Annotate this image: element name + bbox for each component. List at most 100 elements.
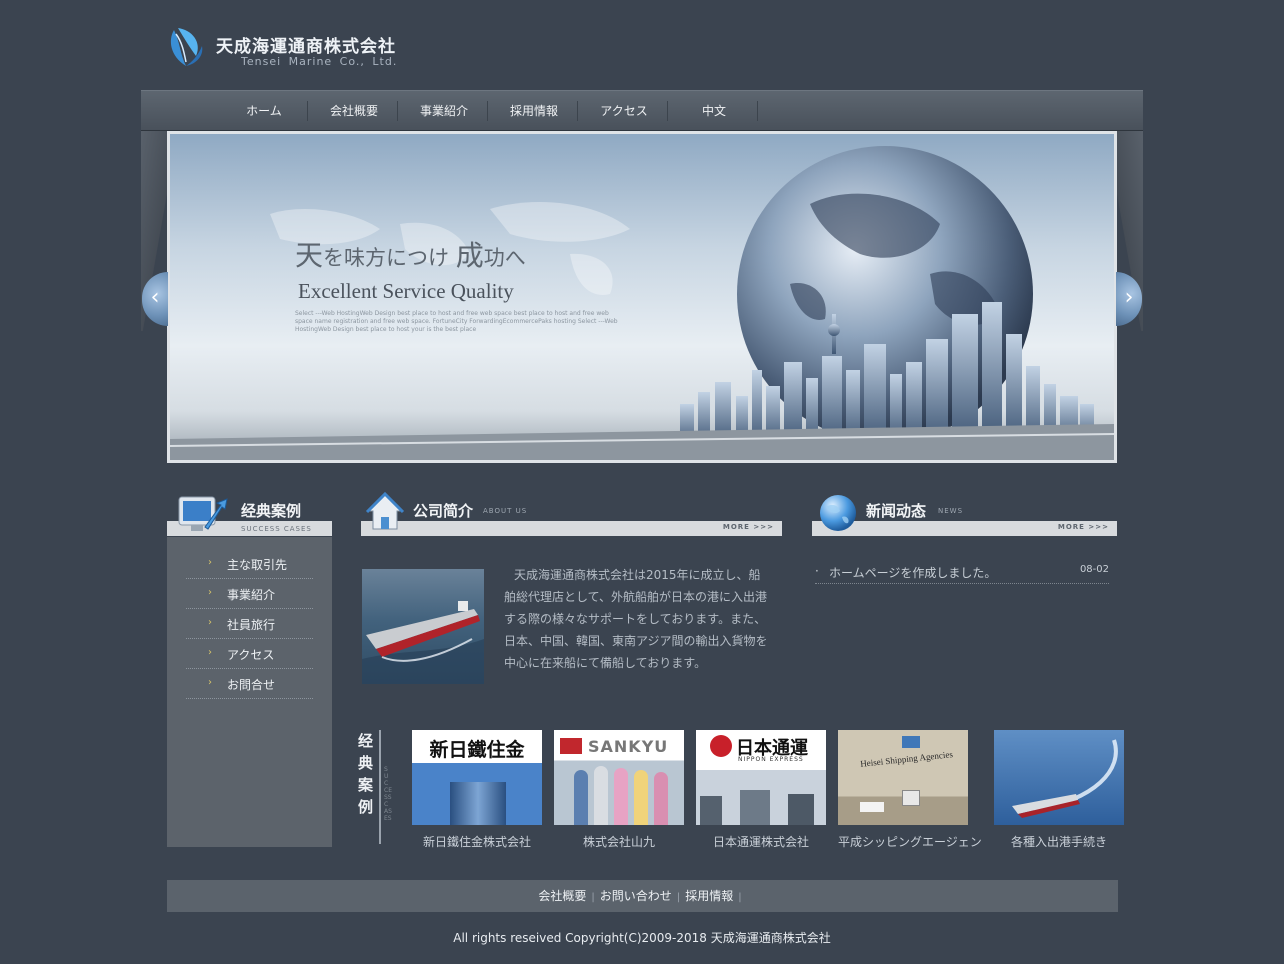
nav-business[interactable]: 事業紹介: [399, 91, 489, 131]
banner-headline-part: 天: [295, 239, 324, 272]
about-subtitle: ABOUT US: [483, 507, 528, 515]
about-ship-image: [362, 569, 484, 684]
footer-separator: |: [738, 892, 742, 903]
banner-subtitle: Excellent Service Quality: [298, 279, 514, 303]
news-item[interactable]: · ホームページを作成しました。 08-02: [815, 562, 1109, 584]
news-header: 新闻动态 NEWS MORE >>>: [812, 491, 1117, 537]
cases-strip-subtitle: SUCCESS CASES: [384, 766, 392, 822]
nav-recruit[interactable]: 採用情報: [489, 91, 579, 131]
case-image: 新日鐵住金: [412, 730, 542, 825]
banner-headline-part: 功へ: [483, 246, 526, 270]
divider: [379, 730, 381, 844]
case-card[interactable]: Heisei Shipping Agencies 平成シッピングエージェン: [838, 730, 982, 850]
nav-chinese[interactable]: 中文: [669, 91, 759, 131]
chevron-right-icon: ›: [1124, 285, 1134, 310]
case-logo-subtext: NIPPON EXPRESS: [738, 756, 804, 763]
nav-company[interactable]: 会社概要: [309, 91, 399, 131]
menu-item-access[interactable]: › アクセス: [186, 639, 313, 669]
footer-nav: 会社概要 | お問い合わせ | 採用情報 |: [167, 880, 1118, 912]
case-logo-text: SANKYU: [588, 737, 669, 756]
news-item-text: ホームページを作成しました。: [829, 566, 997, 580]
banner-headline-part: を味方につけ: [323, 246, 456, 270]
menu-item-clients[interactable]: › 主な取引先: [186, 549, 313, 579]
case-image: 日本通運 NIPPON EXPRESS: [696, 730, 826, 825]
case-caption: 日本通運株式会社: [712, 835, 809, 849]
cases-strip-title: 经典案例: [358, 732, 374, 816]
cases-panel-header: 经典案例 SUCCESS CASES: [167, 491, 332, 537]
company-name-jp: 天成海運通商株式会社: [216, 37, 396, 57]
cases-panel-title: 经典案例: [241, 502, 302, 520]
cases-panel-subtitle: SUCCESS CASES: [241, 525, 312, 533]
building-graphic: [450, 782, 506, 825]
banner-small-text: Select ---Web HostingWeb Design best pla…: [295, 310, 618, 333]
about-text: 天成海運通商株式会社は2015年に成立し、船舶総代理店として、外航船舶が日本の港…: [504, 568, 768, 670]
case-card[interactable]: 各種入出港手続き: [994, 730, 1124, 850]
nav-separator: [757, 101, 758, 121]
heisei-logo-icon: [902, 736, 920, 748]
globe-icon: [820, 495, 856, 531]
menu-item-label: 主な取引先: [227, 558, 288, 572]
case-caption: 新日鐵住金株式会社: [422, 835, 531, 849]
news-title: 新闻动态: [866, 502, 927, 520]
case-card[interactable]: SANKYU 株式会社山九: [554, 730, 684, 850]
bullet-icon: ·: [815, 564, 819, 578]
footer-separator: |: [591, 892, 595, 903]
section-bar: [361, 521, 782, 536]
chevron-right-icon: ›: [208, 677, 212, 688]
about-header: 公司简介 ABOUT US MORE >>>: [361, 491, 782, 537]
hero-banner: 天を味方につけ 成功へ Excellent Service Quality Se…: [167, 131, 1117, 463]
chevron-right-icon: ›: [208, 617, 212, 628]
footer-link-contact[interactable]: お問い合わせ: [600, 889, 672, 903]
banner-headline: 天を味方につけ 成功へ: [295, 234, 526, 274]
case-card[interactable]: 新日鐵住金 新日鐵住金株式会社: [412, 730, 542, 850]
nav-separator: [397, 101, 398, 121]
menu-item-label: アクセス: [227, 648, 275, 662]
chevron-right-icon: ›: [208, 647, 212, 658]
chevron-right-icon: ›: [208, 557, 212, 568]
case-caption: 各種入出港手続き: [1010, 835, 1107, 849]
case-image: SANKYU: [554, 730, 684, 825]
main-nav: ホーム 会社概要 事業紹介 採用情報 アクセス 中文: [141, 90, 1143, 131]
about-title: 公司简介: [413, 502, 474, 520]
butterfly-logo-icon: [170, 28, 203, 66]
company-name-en: Tensei Marine Co., Ltd.: [241, 55, 398, 68]
nittsu-logo-icon: [710, 735, 732, 757]
case-image: [994, 730, 1124, 825]
cargo-ship-graphic: [362, 601, 484, 684]
footer-link-company[interactable]: 会社概要: [538, 889, 586, 903]
case-logo-text: Heisei Shipping Agencies: [859, 749, 954, 769]
about-more-link[interactable]: MORE >>>: [723, 523, 774, 531]
case-caption: 株式会社山九: [582, 835, 655, 849]
chevron-right-icon: ›: [208, 587, 212, 598]
nav-separator: [577, 101, 578, 121]
nav-access[interactable]: アクセス: [579, 91, 669, 131]
nav-separator: [667, 101, 668, 121]
banner-headline-part: 成: [455, 239, 484, 272]
monitor-arrow-icon: [178, 496, 228, 531]
nav-separator: [307, 101, 308, 121]
case-logo-text: 新日鐵住金: [429, 739, 525, 761]
cases-panel-menu: › 主な取引先 › 事業紹介 › 社員旅行 › アクセス › お問合せ: [167, 537, 332, 847]
menu-item-label: お問合せ: [227, 678, 276, 692]
ship-wake-graphic: [1012, 739, 1118, 818]
sankyu-logo-icon: [560, 738, 582, 754]
footer-separator: |: [676, 892, 681, 903]
site-logo[interactable]: 天成海運通商株式会社 Tensei Marine Co., Ltd.: [166, 26, 406, 74]
nav-separator: [487, 101, 488, 121]
news-more-link[interactable]: MORE >>>: [1058, 523, 1109, 531]
case-image: Heisei Shipping Agencies: [838, 730, 968, 825]
copyright-text: All rights reseived Copyright(C)2009-201…: [453, 931, 831, 945]
menu-item-business[interactable]: › 事業紹介: [186, 579, 313, 609]
case-card[interactable]: 日本通運 NIPPON EXPRESS 日本通運株式会社: [696, 730, 826, 850]
cases-strip-label: 经典案例 SUCCESS CASES: [358, 730, 392, 844]
menu-item-trips[interactable]: › 社員旅行: [186, 609, 313, 639]
menu-item-label: 社員旅行: [227, 618, 276, 632]
menu-item-contact[interactable]: › お問合せ: [186, 669, 313, 699]
nav-home[interactable]: ホーム: [219, 91, 309, 131]
footer-link-recruit[interactable]: 採用情報: [685, 889, 733, 903]
news-subtitle: NEWS: [938, 507, 964, 515]
menu-item-label: 事業紹介: [227, 588, 276, 602]
news-item-date: 08-02: [1079, 564, 1109, 575]
case-caption: 平成シッピングエージェン: [838, 835, 982, 849]
chevron-left-icon: ‹: [150, 285, 160, 310]
